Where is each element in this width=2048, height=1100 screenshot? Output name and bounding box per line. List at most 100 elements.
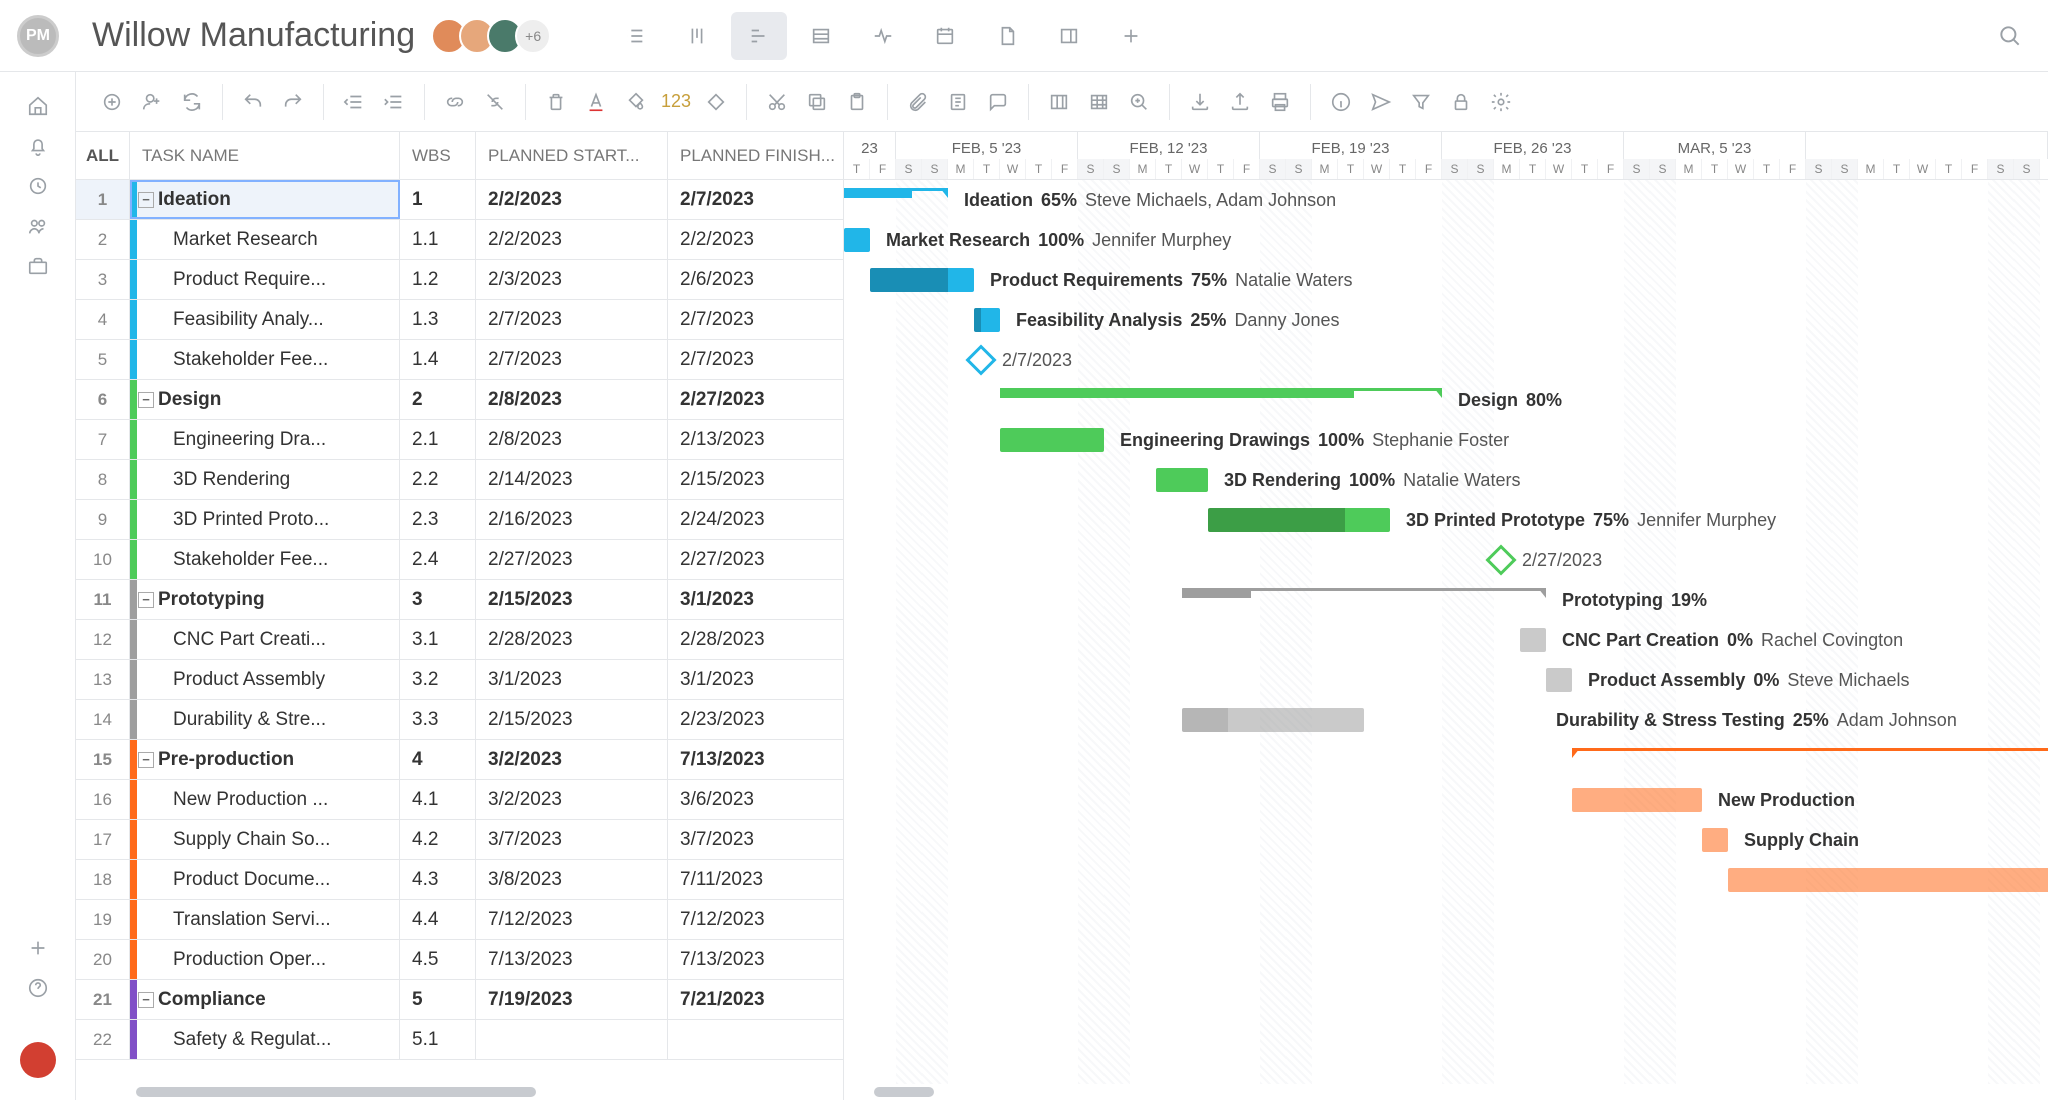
indent-button[interactable] (374, 82, 414, 122)
col-planned-finish[interactable]: PLANNED FINISH... (668, 132, 844, 179)
task-bar[interactable] (974, 308, 1000, 332)
finish-cell[interactable] (668, 1020, 843, 1059)
table-row[interactable]: 18Product Docume...4.33/8/20237/11/2023 (76, 860, 843, 900)
gantt-row[interactable]: 2/7/2023 (844, 340, 2048, 380)
finish-cell[interactable]: 3/1/2023 (668, 660, 843, 699)
gantt-row[interactable]: New Production (844, 780, 2048, 820)
table-row[interactable]: 2Market Research1.12/2/20232/2/2023 (76, 220, 843, 260)
gantt-row[interactable]: Ideation 65% Steve Michaels, Adam Johnso… (844, 180, 2048, 220)
task-name-cell[interactable]: Engineering Dra... (130, 420, 400, 459)
row-index[interactable]: 1 (76, 180, 130, 219)
wbs-cell[interactable]: 2.3 (400, 500, 476, 539)
finish-cell[interactable]: 3/6/2023 (668, 780, 843, 819)
collapse-toggle[interactable]: − (138, 752, 154, 768)
table-view-view[interactable] (793, 12, 849, 60)
table-row[interactable]: 20Production Oper...4.57/13/20237/13/202… (76, 940, 843, 980)
gantt-row[interactable]: 3D Rendering 100% Natalie Waters (844, 460, 2048, 500)
task-name-cell[interactable]: CNC Part Creati... (130, 620, 400, 659)
task-name-cell[interactable]: −Design (130, 380, 400, 419)
row-index[interactable]: 7 (76, 420, 130, 459)
table-row[interactable]: 5Stakeholder Fee...1.42/7/20232/7/2023 (76, 340, 843, 380)
export-button[interactable] (1220, 82, 1260, 122)
attach-button[interactable] (898, 82, 938, 122)
gantt-row[interactable] (844, 860, 2048, 900)
import-button[interactable] (1180, 82, 1220, 122)
table-row[interactable]: 12CNC Part Creati...3.12/28/20232/28/202… (76, 620, 843, 660)
finish-cell[interactable]: 2/24/2023 (668, 500, 843, 539)
finish-cell[interactable]: 7/21/2023 (668, 980, 843, 1019)
row-index[interactable]: 11 (76, 580, 130, 619)
wbs-cell[interactable]: 2.4 (400, 540, 476, 579)
task-name-cell[interactable]: Supply Chain So... (130, 820, 400, 859)
task-name-cell[interactable]: Market Research (130, 220, 400, 259)
finish-cell[interactable]: 3/7/2023 (668, 820, 843, 859)
table-row[interactable]: 14Durability & Stre...3.32/15/20232/23/2… (76, 700, 843, 740)
finish-cell[interactable]: 7/13/2023 (668, 940, 843, 979)
start-cell[interactable]: 3/1/2023 (476, 660, 668, 699)
table-h-scrollbar[interactable] (76, 1084, 843, 1100)
finish-cell[interactable]: 3/1/2023 (668, 580, 843, 619)
start-cell[interactable]: 2/28/2023 (476, 620, 668, 659)
task-name-cell[interactable]: Product Docume... (130, 860, 400, 899)
task-name-cell[interactable]: −Prototyping (130, 580, 400, 619)
finish-cell[interactable]: 7/12/2023 (668, 900, 843, 939)
app-logo[interactable]: PM (0, 0, 76, 72)
table-row[interactable]: 15−Pre-production43/2/20237/13/2023 (76, 740, 843, 780)
finish-cell[interactable]: 2/7/2023 (668, 180, 843, 219)
task-name-cell[interactable]: Stakeholder Fee... (130, 540, 400, 579)
row-index[interactable]: 3 (76, 260, 130, 299)
start-cell[interactable]: 3/8/2023 (476, 860, 668, 899)
start-cell[interactable]: 2/8/2023 (476, 420, 668, 459)
task-name-cell[interactable]: 3D Printed Proto... (130, 500, 400, 539)
gantt-row[interactable]: 3D Printed Prototype 75% Jennifer Murphe… (844, 500, 2048, 540)
gantt-row[interactable]: Market Research 100% Jennifer Murphey (844, 220, 2048, 260)
table-row[interactable]: 17Supply Chain So...4.23/7/20233/7/2023 (76, 820, 843, 860)
task-bar[interactable] (1208, 508, 1390, 532)
milestone-marker[interactable] (965, 344, 996, 375)
start-cell[interactable]: 2/2/2023 (476, 180, 668, 219)
row-index[interactable]: 16 (76, 780, 130, 819)
gantt-row[interactable]: Durability & Stress Testing 25% Adam Joh… (844, 700, 2048, 740)
gantt-row[interactable]: Prototyping 19% (844, 580, 2048, 620)
task-bar[interactable] (1182, 708, 1364, 732)
row-index[interactable]: 6 (76, 380, 130, 419)
add-task-button[interactable] (92, 82, 132, 122)
finish-cell[interactable]: 2/23/2023 (668, 700, 843, 739)
start-cell[interactable]: 2/16/2023 (476, 500, 668, 539)
task-name-cell[interactable]: −Ideation (130, 180, 400, 219)
task-bar[interactable] (1702, 828, 1728, 852)
row-index[interactable]: 15 (76, 740, 130, 779)
wbs-cell[interactable]: 1 (400, 180, 476, 219)
start-cell[interactable]: 2/2/2023 (476, 220, 668, 259)
start-cell[interactable]: 2/14/2023 (476, 460, 668, 499)
task-name-cell[interactable]: Product Require... (130, 260, 400, 299)
wbs-cell[interactable]: 4 (400, 740, 476, 779)
summary-bar[interactable] (1000, 388, 1442, 398)
gantt-h-scrollbar[interactable] (844, 1084, 2048, 1100)
finish-cell[interactable]: 2/28/2023 (668, 620, 843, 659)
wbs-cell[interactable]: 4.3 (400, 860, 476, 899)
plus-nav[interactable] (18, 928, 58, 968)
copy-button[interactable] (797, 82, 837, 122)
task-bar[interactable] (1546, 668, 1572, 692)
undo-button[interactable] (233, 82, 273, 122)
table-row[interactable]: 11−Prototyping32/15/20233/1/2023 (76, 580, 843, 620)
table-row[interactable]: 13Product Assembly3.23/1/20233/1/2023 (76, 660, 843, 700)
start-cell[interactable]: 7/12/2023 (476, 900, 668, 939)
wbs-cell[interactable]: 3.2 (400, 660, 476, 699)
gantt-row[interactable]: Supply Chain (844, 820, 2048, 860)
task-bar[interactable] (1572, 788, 1702, 812)
task-bar[interactable] (1728, 868, 2048, 892)
row-index[interactable]: 5 (76, 340, 130, 379)
start-cell[interactable]: 2/7/2023 (476, 340, 668, 379)
row-index[interactable]: 13 (76, 660, 130, 699)
number-format[interactable]: 123 (656, 82, 696, 122)
grid-button[interactable] (1079, 82, 1119, 122)
board-view-view[interactable] (669, 12, 725, 60)
task-bar[interactable] (1000, 428, 1104, 452)
redo-button[interactable] (273, 82, 313, 122)
table-row[interactable]: 4Feasibility Analy...1.32/7/20232/7/2023 (76, 300, 843, 340)
wbs-cell[interactable]: 5 (400, 980, 476, 1019)
start-cell[interactable]: 2/15/2023 (476, 700, 668, 739)
panel-view-view[interactable] (1041, 12, 1097, 60)
